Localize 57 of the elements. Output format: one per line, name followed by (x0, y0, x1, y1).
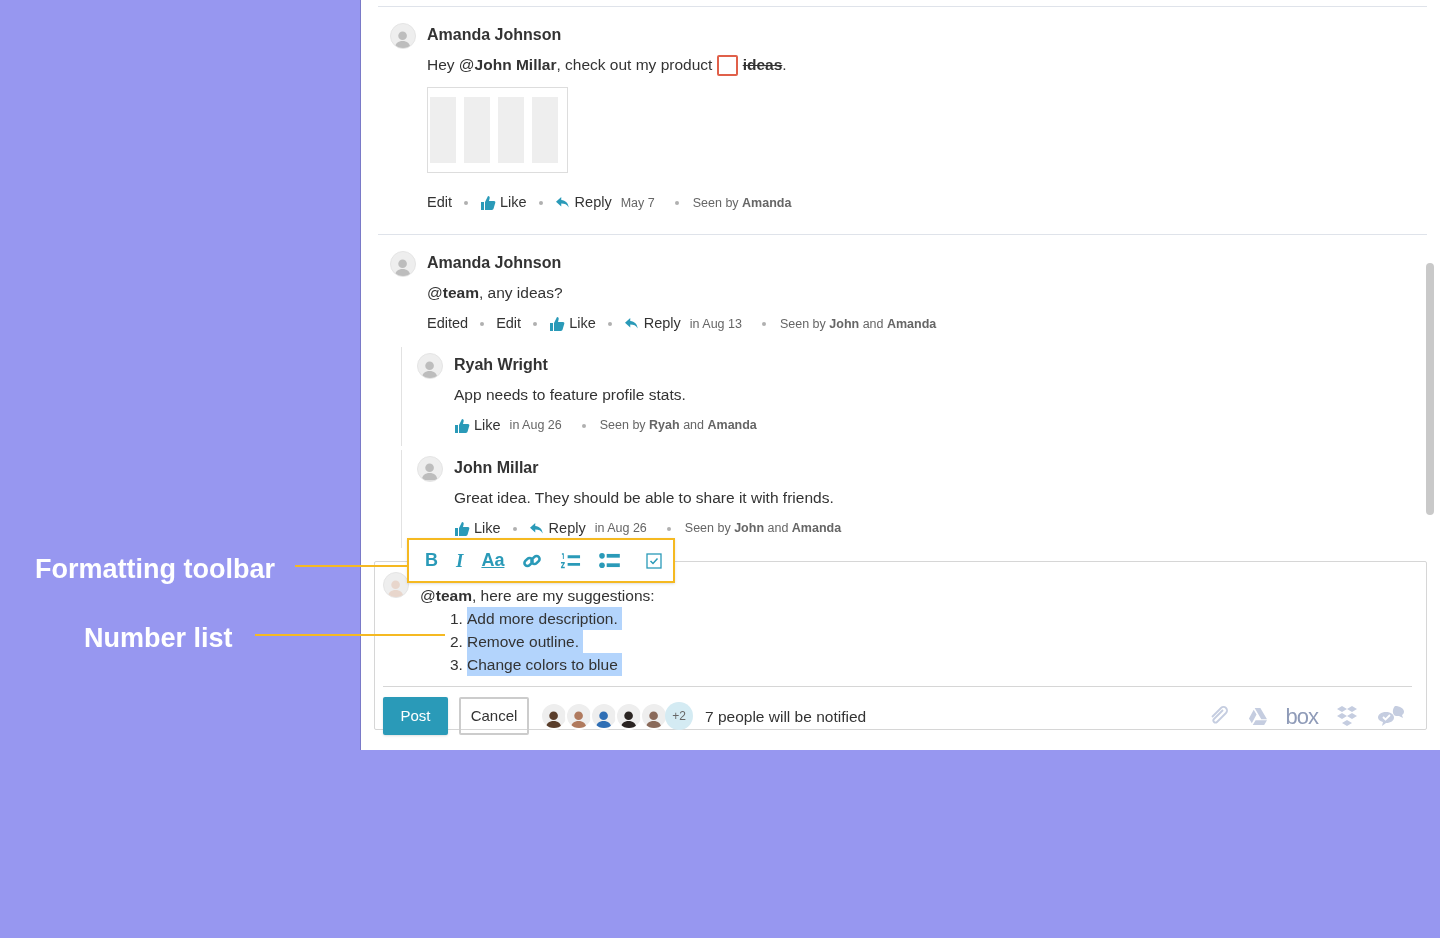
seen-by-text: Seen by Ryah and Amanda (599, 417, 757, 435)
author-name: Amanda Johnson (427, 25, 563, 45)
avatar (383, 572, 409, 599)
list-item-text: Remove outline. (467, 630, 583, 654)
like-button[interactable]: Like (480, 192, 527, 215)
avatar (417, 352, 443, 379)
reply-button[interactable]: Reply (528, 517, 586, 540)
reply-button[interactable]: Reply (554, 192, 612, 215)
author-name: Amanda Johnson (427, 253, 563, 274)
comment-text: Hey @John Millar, check out my product ideas. (427, 54, 1427, 77)
more-people-badge: +2 (665, 702, 693, 731)
annotation-label: Number list (84, 622, 233, 655)
avatar (417, 455, 443, 482)
edit-button[interactable]: Edit (496, 313, 522, 335)
notify-text: 7 people will be notified (705, 706, 867, 727)
timestamp: in Aug 26 (509, 417, 562, 435)
checkbox-icon (646, 552, 663, 569)
triangle-icon[interactable] (1246, 706, 1268, 726)
avatar (390, 251, 416, 278)
like-button[interactable]: Like (454, 517, 501, 540)
list-number: 3. (450, 655, 464, 676)
annotation-label: Formatting toolbar (35, 553, 275, 586)
numbered-list-button[interactable] (560, 551, 582, 570)
editor-text: @team, here are my suggestions: (420, 586, 655, 607)
chat-bubbles-icon[interactable] (1376, 705, 1406, 728)
timestamp: May 7 (620, 194, 655, 212)
like-button[interactable]: Like (454, 414, 501, 437)
edited-label: Edited (427, 314, 469, 334)
like-button[interactable]: Like (549, 313, 596, 335)
thumbs-up-icon (480, 195, 496, 212)
avatar (390, 23, 416, 49)
comment-text: @team, any ideas? (427, 283, 564, 304)
seen-by-text: Seen by John and Amanda (779, 315, 937, 333)
comment-text: Great idea. They should be able to share it with friends. (454, 487, 835, 508)
bulleted-list-icon (599, 553, 621, 569)
thumbs-up-icon (454, 520, 470, 537)
edit-button[interactable]: Edit (427, 192, 452, 215)
seen-by-text: Seen by Amanda (692, 194, 792, 212)
attachment-thumbnail[interactable] (427, 87, 568, 174)
thumbs-up-icon (549, 316, 566, 333)
thumbs-up-icon (454, 417, 470, 434)
cancel-button[interactable]: Cancel (459, 697, 529, 736)
timestamp: in Aug 13 (689, 315, 742, 333)
seen-by-text: Seen by John and Amanda (684, 520, 842, 538)
reply-button[interactable]: Reply (623, 313, 681, 335)
author-name: John Millar (454, 457, 540, 478)
bulleted-list-button[interactable] (599, 553, 621, 569)
numbered-list-icon (560, 551, 582, 570)
list-item-text: Add more description. (467, 607, 622, 631)
timestamp: in Aug 26 (594, 520, 647, 538)
list-number: 2. (450, 632, 464, 653)
list-item-text: Change colors to blue (467, 653, 622, 677)
boxes-icon[interactable] (1336, 705, 1358, 728)
comment-text: App needs to feature profile stats. (454, 384, 687, 405)
author-name: Ryah Wright (454, 354, 549, 375)
list-number: 1. (450, 609, 464, 630)
scrollbar[interactable] (1426, 263, 1434, 515)
